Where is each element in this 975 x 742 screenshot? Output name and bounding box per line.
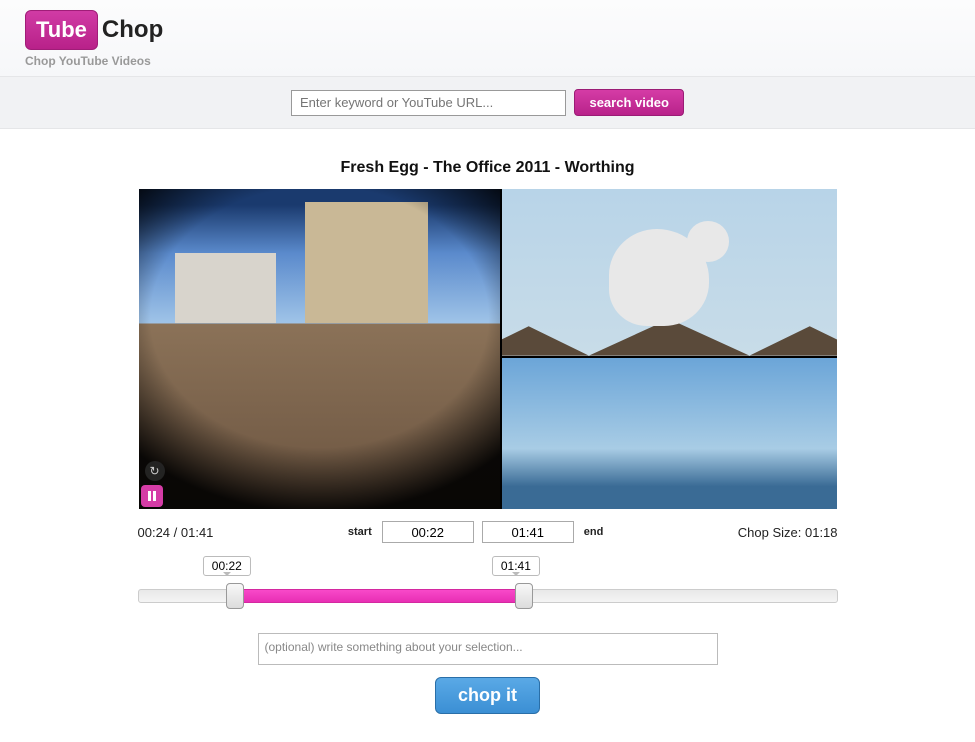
pause-button[interactable] [141, 485, 163, 507]
range-slider[interactable]: 00:22 01:41 [138, 583, 838, 603]
slider-handle-start[interactable]: 00:22 [226, 583, 244, 609]
time-display: 00:24 / 01:41 [138, 525, 214, 540]
controls-row: 00:24 / 01:41 start end Chop Size: 01:18 [138, 521, 838, 543]
slider-handle-end[interactable]: 01:41 [515, 583, 533, 609]
logo-tube: Tube [25, 10, 98, 50]
logo[interactable]: Tube Chop [25, 10, 975, 50]
start-label: start [348, 526, 372, 538]
video-player[interactable]: ↻ [139, 189, 837, 509]
video-thumbnail-left [139, 189, 502, 509]
main-content: Fresh Egg - The Office 2011 - Worthing ↻… [138, 159, 838, 714]
header: Tube Chop Chop YouTube Videos [0, 0, 975, 76]
video-title: Fresh Egg - The Office 2011 - Worthing [138, 159, 838, 177]
description-textarea[interactable] [258, 633, 718, 665]
search-input[interactable] [291, 90, 566, 116]
video-frame [139, 189, 837, 509]
search-video-button[interactable]: search video [574, 89, 684, 116]
end-time-input[interactable] [482, 521, 574, 543]
replay-icon[interactable]: ↻ [145, 461, 165, 481]
chop-it-button[interactable]: chop it [435, 677, 540, 714]
end-label: end [584, 526, 604, 538]
video-thumbnail-bird [502, 189, 837, 358]
slider-start-tooltip: 00:22 [203, 556, 251, 576]
search-bar: search video [0, 76, 975, 129]
chop-size-label: Chop Size: 01:18 [738, 525, 838, 540]
tagline: Chop YouTube Videos [25, 54, 975, 68]
start-time-input[interactable] [382, 521, 474, 543]
slider-end-tooltip: 01:41 [492, 556, 540, 576]
slider-selected-range [235, 589, 524, 603]
logo-chop: Chop [102, 16, 163, 44]
video-thumbnail-sky [502, 358, 837, 509]
